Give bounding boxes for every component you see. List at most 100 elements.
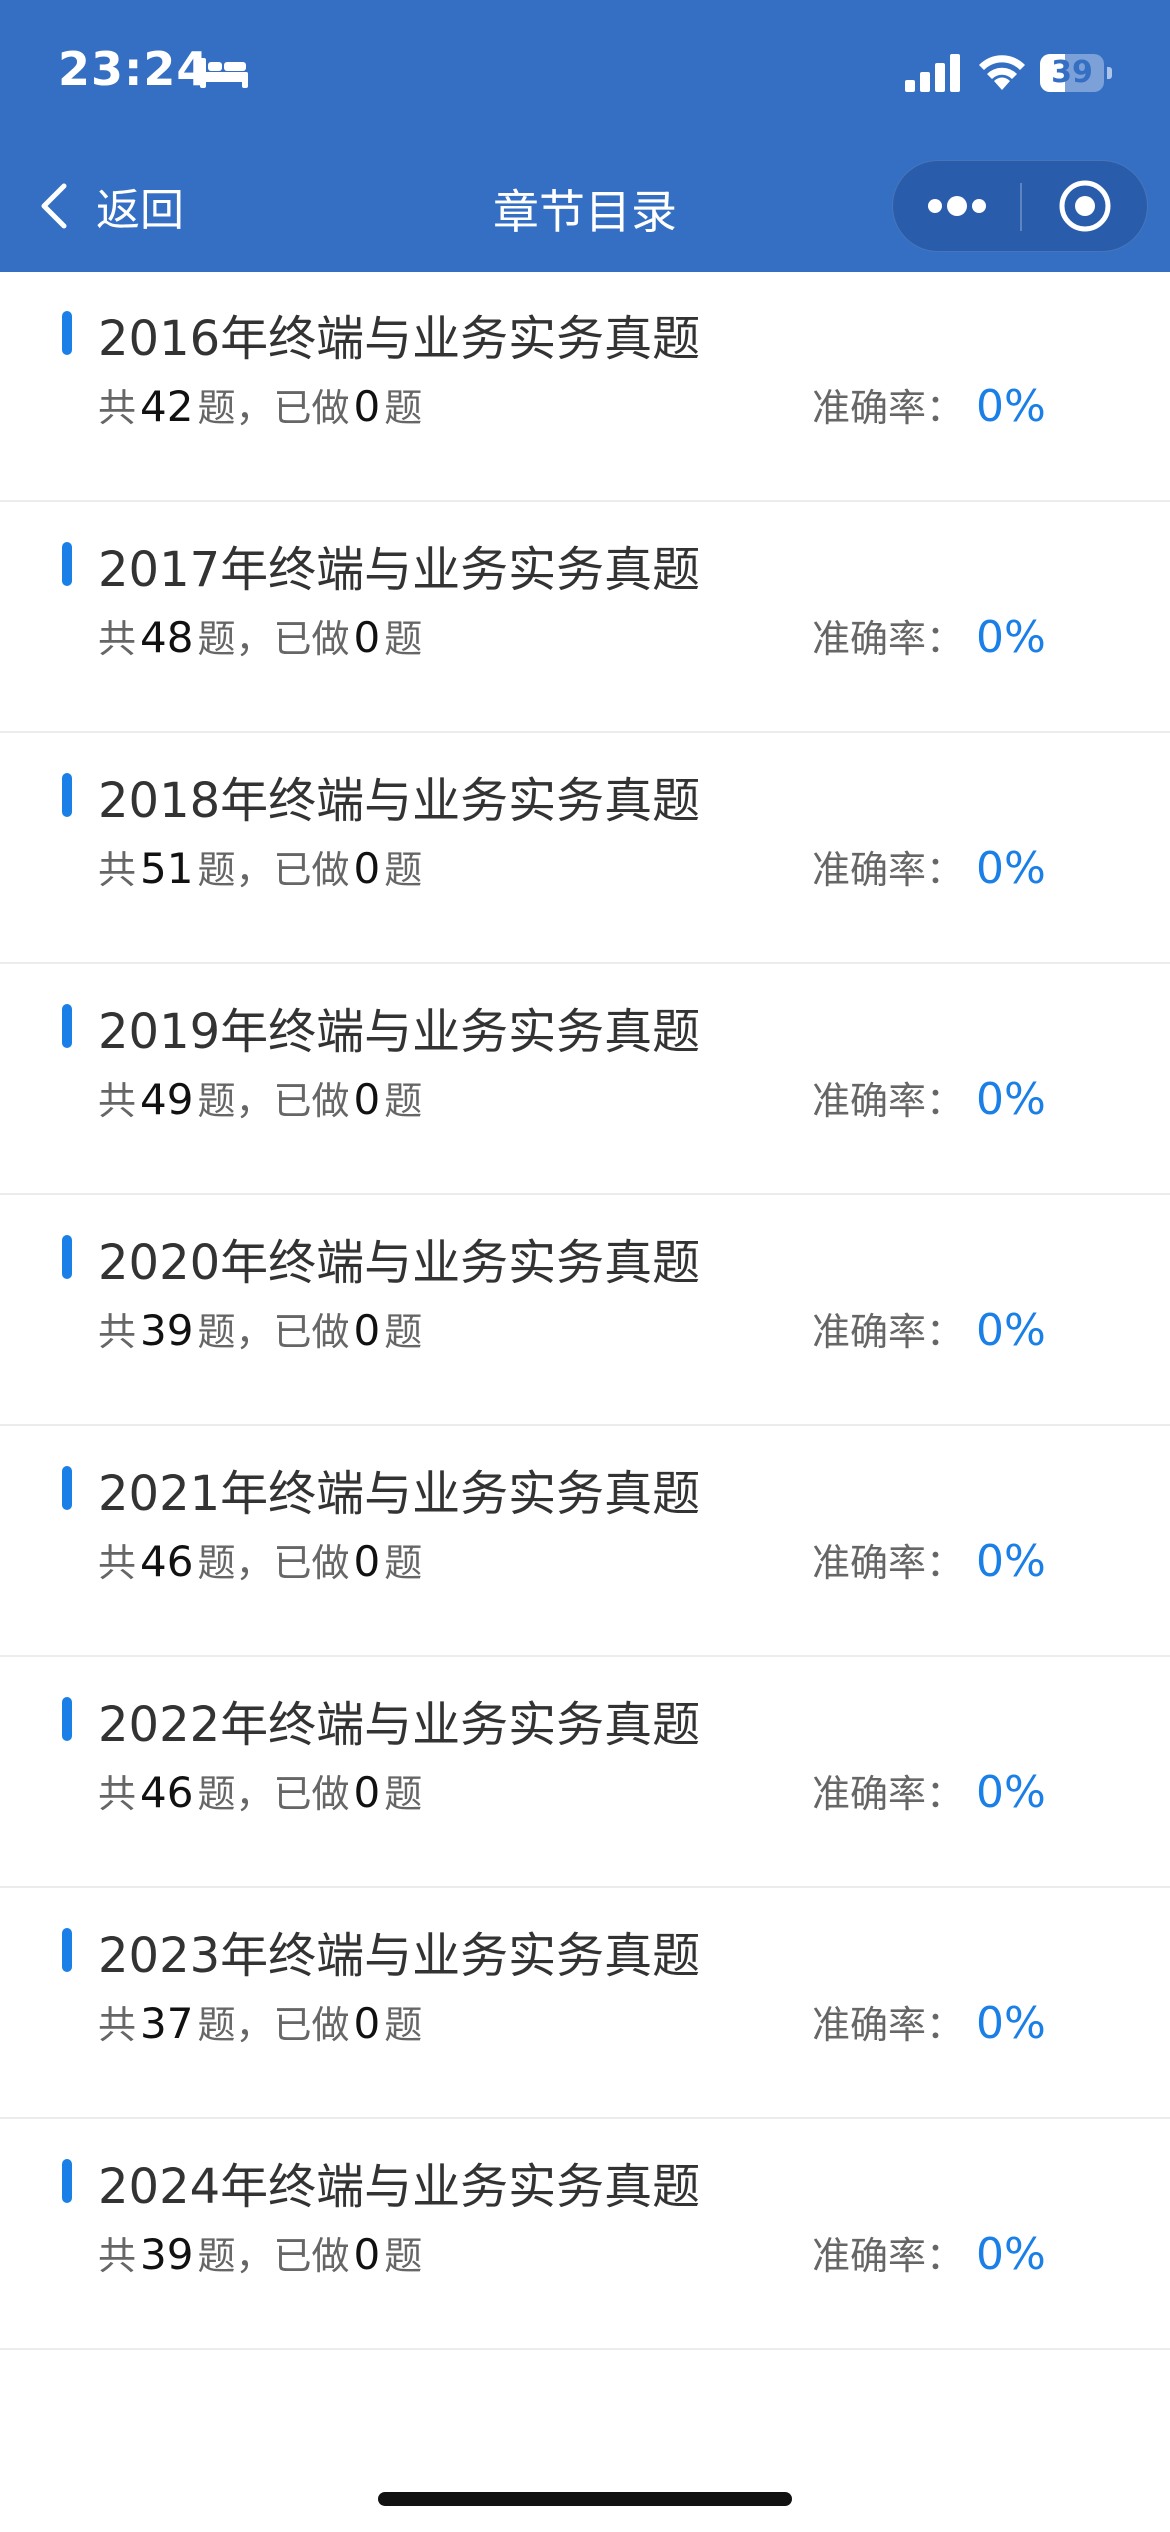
done-prefix: 已做 <box>273 617 350 661</box>
done-prefix: 已做 <box>273 1310 350 1354</box>
accuracy: 准确率：0% <box>812 1301 1046 1356</box>
mini-program-capsule <box>892 160 1148 252</box>
total-count: 39 <box>140 2230 194 2279</box>
total-count: 39 <box>140 1306 194 1355</box>
accuracy-label: 准确率： <box>812 848 965 892</box>
done-suffix: 题 <box>384 2234 423 2278</box>
bed-icon <box>200 58 248 88</box>
chapter-accent-bar <box>62 1697 72 1741</box>
chapter-stats: 共39 题，已做0 题 <box>98 1301 422 1356</box>
chapter-title: 2017年终端与业务实务真题 <box>98 542 701 598</box>
status-time: 23:24 <box>58 42 210 96</box>
chapter-title: 2022年终端与业务实务真题 <box>98 1697 701 1753</box>
chapter-item[interactable]: 2017年终端与业务实务真题 共48 题，已做0 题 准确率： 0% <box>0 502 1170 733</box>
chapter-stats: 共46 题，已做0 题 <box>98 1763 422 1818</box>
total-suffix: 题， <box>197 1772 274 1816</box>
chapter-stats: 共48 题，已做0 题 <box>98 608 422 663</box>
back-label: 返回 <box>96 185 184 236</box>
total-prefix: 共 <box>98 1310 137 1354</box>
done-suffix: 题 <box>384 1541 423 1585</box>
total-count: 46 <box>140 1537 194 1586</box>
accuracy: 准确率：0% <box>812 1532 1046 1587</box>
done-suffix: 题 <box>384 1310 423 1354</box>
back-button[interactable]: 返回 <box>36 170 184 242</box>
total-suffix: 题， <box>197 2234 274 2278</box>
done-suffix: 题 <box>384 2003 423 2047</box>
chapter-title: 2020年终端与业务实务真题 <box>98 1235 701 1291</box>
accuracy-value: 0% <box>976 1074 1046 1125</box>
accuracy-label: 准确率： <box>812 1541 965 1585</box>
chapter-accent-bar <box>62 1466 72 1510</box>
done-prefix: 已做 <box>273 1541 350 1585</box>
done-count: 0 <box>353 1768 381 1817</box>
total-prefix: 共 <box>98 848 137 892</box>
total-count: 49 <box>140 1075 194 1124</box>
total-count: 51 <box>140 844 194 893</box>
chapter-item[interactable]: 2021年终端与业务实务真题 共46 题，已做0 题 准确率： 0% <box>0 1426 1170 1657</box>
chapter-title: 2016年终端与业务实务真题 <box>98 311 701 367</box>
total-suffix: 题， <box>197 1079 274 1123</box>
total-count: 48 <box>140 613 194 662</box>
accuracy-label: 准确率： <box>812 1079 965 1123</box>
accuracy-value: 0% <box>976 612 1046 663</box>
chapter-title: 2024年终端与业务实务真题 <box>98 2159 701 2215</box>
wifi-icon <box>979 55 1025 90</box>
chapter-item[interactable]: 2019年终端与业务实务真题 共49 题，已做0 题 准确率： 0% <box>0 964 1170 1195</box>
chapter-item[interactable]: 2023年终端与业务实务真题 共37 题，已做0 题 准确率： 0% <box>0 1888 1170 2119</box>
home-indicator[interactable] <box>378 2492 792 2506</box>
total-prefix: 共 <box>98 1079 137 1123</box>
accuracy-value: 0% <box>976 1998 1046 2049</box>
more-button[interactable] <box>893 161 1020 251</box>
total-prefix: 共 <box>98 2234 137 2278</box>
total-prefix: 共 <box>98 617 137 661</box>
chapter-stats: 共42 题，已做0 题 <box>98 377 422 432</box>
done-prefix: 已做 <box>273 1772 350 1816</box>
chapter-stats: 共51 题，已做0 题 <box>98 839 422 894</box>
more-dots-icon <box>927 196 986 216</box>
accuracy: 准确率：0% <box>812 377 1046 432</box>
battery-icon: 39 <box>1040 54 1112 92</box>
done-count: 0 <box>353 1075 381 1124</box>
chapter-title: 2023年终端与业务实务真题 <box>98 1928 701 1984</box>
chapter-title: 2021年终端与业务实务真题 <box>98 1466 701 1522</box>
total-prefix: 共 <box>98 1772 137 1816</box>
chapter-item[interactable]: 2022年终端与业务实务真题 共46 题，已做0 题 准确率： 0% <box>0 1657 1170 1888</box>
chapter-stats: 共46 题，已做0 题 <box>98 1532 422 1587</box>
accuracy: 准确率：0% <box>812 1994 1046 2049</box>
chapter-item[interactable]: 2018年终端与业务实务真题 共51 题，已做0 题 准确率： 0% <box>0 733 1170 964</box>
signal-icon <box>905 54 960 92</box>
accuracy-value: 0% <box>976 381 1046 432</box>
total-suffix: 题， <box>197 386 274 430</box>
done-suffix: 题 <box>384 1772 423 1816</box>
accuracy-label: 准确率： <box>812 1310 965 1354</box>
total-count: 46 <box>140 1768 194 1817</box>
battery-tip <box>1107 67 1112 79</box>
close-mini-program-button[interactable] <box>1022 161 1147 251</box>
app-screen: 2015年终端与业务实务真题 共36题，已做0题 准确率：0% 2016年终端与… <box>0 0 1170 2532</box>
chapter-list[interactable]: 2015年终端与业务实务真题 共36题，已做0题 准确率：0% 2016年终端与… <box>0 40 1170 2350</box>
accuracy-value: 0% <box>976 1767 1046 1818</box>
chapter-item[interactable]: 2016年终端与业务实务真题 共42 题，已做0 题 准确率： 0% <box>0 271 1170 502</box>
chapter-stats: 共37 题，已做0 题 <box>98 1994 422 2049</box>
chapter-item[interactable]: 2024年终端与业务实务真题 共39 题，已做0 题 准确率： 0% <box>0 2119 1170 2350</box>
total-suffix: 题， <box>197 2003 274 2047</box>
accuracy-value: 0% <box>976 843 1046 894</box>
total-prefix: 共 <box>98 2003 137 2047</box>
done-count: 0 <box>353 1999 381 2048</box>
accuracy: 准确率：0% <box>812 608 1046 663</box>
battery-percentage: 39 <box>1051 55 1093 90</box>
battery-body: 39 <box>1040 54 1104 92</box>
done-prefix: 已做 <box>273 2234 350 2278</box>
done-count: 0 <box>353 613 381 662</box>
done-prefix: 已做 <box>273 1079 350 1123</box>
chapter-stats: 共49 题，已做0 题 <box>98 1070 422 1125</box>
back-chevron-icon <box>41 183 67 229</box>
chapter-title: 2019年终端与业务实务真题 <box>98 1004 701 1060</box>
total-suffix: 题， <box>197 1310 274 1354</box>
chapter-accent-bar <box>62 1235 72 1279</box>
accuracy: 准确率：0% <box>812 839 1046 894</box>
chapter-accent-bar <box>62 2159 72 2203</box>
chapter-item[interactable]: 2020年终端与业务实务真题 共39 题，已做0 题 准确率： 0% <box>0 1195 1170 1426</box>
done-count: 0 <box>353 1537 381 1586</box>
total-suffix: 题， <box>197 1541 274 1585</box>
